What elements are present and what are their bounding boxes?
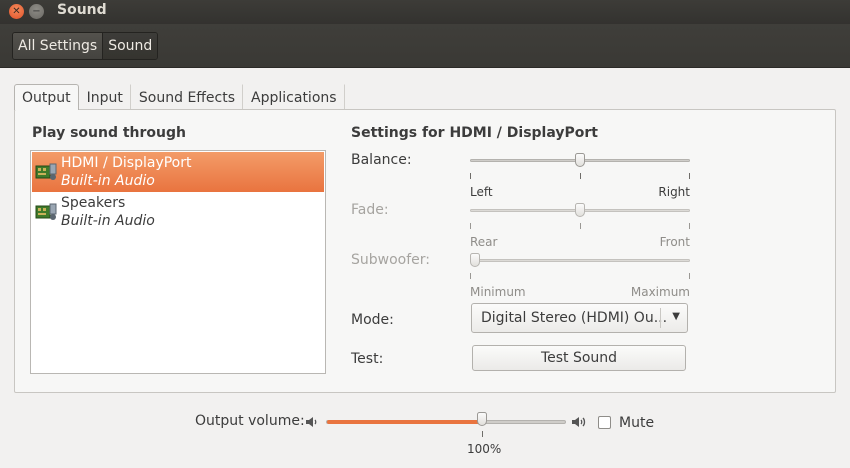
- tab-sound-effects[interactable]: Sound Effects: [131, 84, 244, 110]
- speaker-high-icon: [572, 417, 586, 427]
- sound-card-icon: [35, 203, 57, 220]
- device-list[interactable]: HDMI / DisplayPort Built-in Audio Speake…: [30, 150, 326, 374]
- list-item[interactable]: HDMI / DisplayPort Built-in Audio: [32, 152, 324, 192]
- chevron-down-icon: ▼: [672, 311, 680, 322]
- tab-input[interactable]: Input: [79, 84, 131, 110]
- balance-max-label: Right: [658, 185, 690, 199]
- device-name: HDMI / DisplayPort: [61, 155, 192, 171]
- tab-applications[interactable]: Applications: [243, 84, 345, 110]
- balance-slider-handle[interactable]: [575, 153, 585, 167]
- minimize-window-button[interactable]: −: [29, 4, 44, 19]
- fade-min-label: Rear: [470, 235, 498, 249]
- fade-label: Fade:: [351, 202, 389, 218]
- fade-max-label: Front: [659, 235, 690, 249]
- output-volume-label: Output volume:: [195, 413, 305, 429]
- fade-slider[interactable]: Rear Front: [470, 201, 690, 249]
- subwoofer-label: Subwoofer:: [351, 252, 430, 268]
- mode-dropdown[interactable]: Digital Stereo (HDMI) Ou... ▼: [471, 303, 688, 333]
- balance-slider[interactable]: Left Right: [470, 151, 690, 199]
- fade-slider-handle[interactable]: [575, 203, 585, 217]
- mute-checkbox[interactable]: [598, 416, 611, 429]
- output-volume-row: Output volume: 100% Mute: [0, 405, 850, 456]
- subwoofer-max-label: Maximum: [630, 285, 690, 299]
- settings-heading: Settings for HDMI / DisplayPort: [351, 125, 598, 141]
- balance-label: Balance:: [351, 152, 412, 168]
- speaker-low-icon: [306, 417, 317, 427]
- toolbar: All Settings Sound: [0, 24, 850, 68]
- output-panel: Play sound through HDMI / DisplayPort Bu…: [14, 109, 836, 393]
- balance-min-label: Left: [470, 185, 493, 199]
- volume-percent-label: 100%: [467, 442, 502, 456]
- mute-label: Mute: [619, 415, 655, 431]
- title-bar: ✕ − Sound: [0, 0, 850, 24]
- subwoofer-slider[interactable]: Minimum Maximum: [470, 251, 690, 299]
- tab-bar: Output Input Sound Effects Applications: [14, 84, 345, 110]
- breadcrumb-all-settings[interactable]: All Settings: [13, 33, 103, 59]
- test-sound-button[interactable]: Test Sound: [472, 345, 686, 371]
- test-label: Test:: [351, 351, 384, 367]
- mode-selected-value: Digital Stereo (HDMI) Ou...: [481, 310, 668, 326]
- close-window-button[interactable]: ✕: [9, 4, 24, 19]
- volume-100-tick: [482, 431, 483, 437]
- sound-card-icon: [35, 163, 57, 180]
- volume-fill: [327, 420, 483, 424]
- subwoofer-slider-handle[interactable]: [470, 253, 480, 267]
- device-subtitle: Built-in Audio: [61, 213, 155, 229]
- window-title: Sound: [57, 2, 107, 18]
- list-item[interactable]: Speakers Built-in Audio: [32, 192, 324, 232]
- subwoofer-min-label: Minimum: [470, 285, 526, 299]
- device-list-heading: Play sound through: [32, 125, 186, 141]
- mode-label: Mode:: [351, 312, 394, 328]
- breadcrumb-sound[interactable]: Sound: [102, 33, 158, 59]
- device-subtitle: Built-in Audio: [61, 173, 155, 189]
- output-volume-slider[interactable]: [326, 420, 566, 424]
- output-volume-handle[interactable]: [477, 412, 487, 426]
- tab-output[interactable]: Output: [14, 84, 79, 110]
- breadcrumb: All Settings Sound: [12, 32, 159, 60]
- device-name: Speakers: [61, 195, 126, 211]
